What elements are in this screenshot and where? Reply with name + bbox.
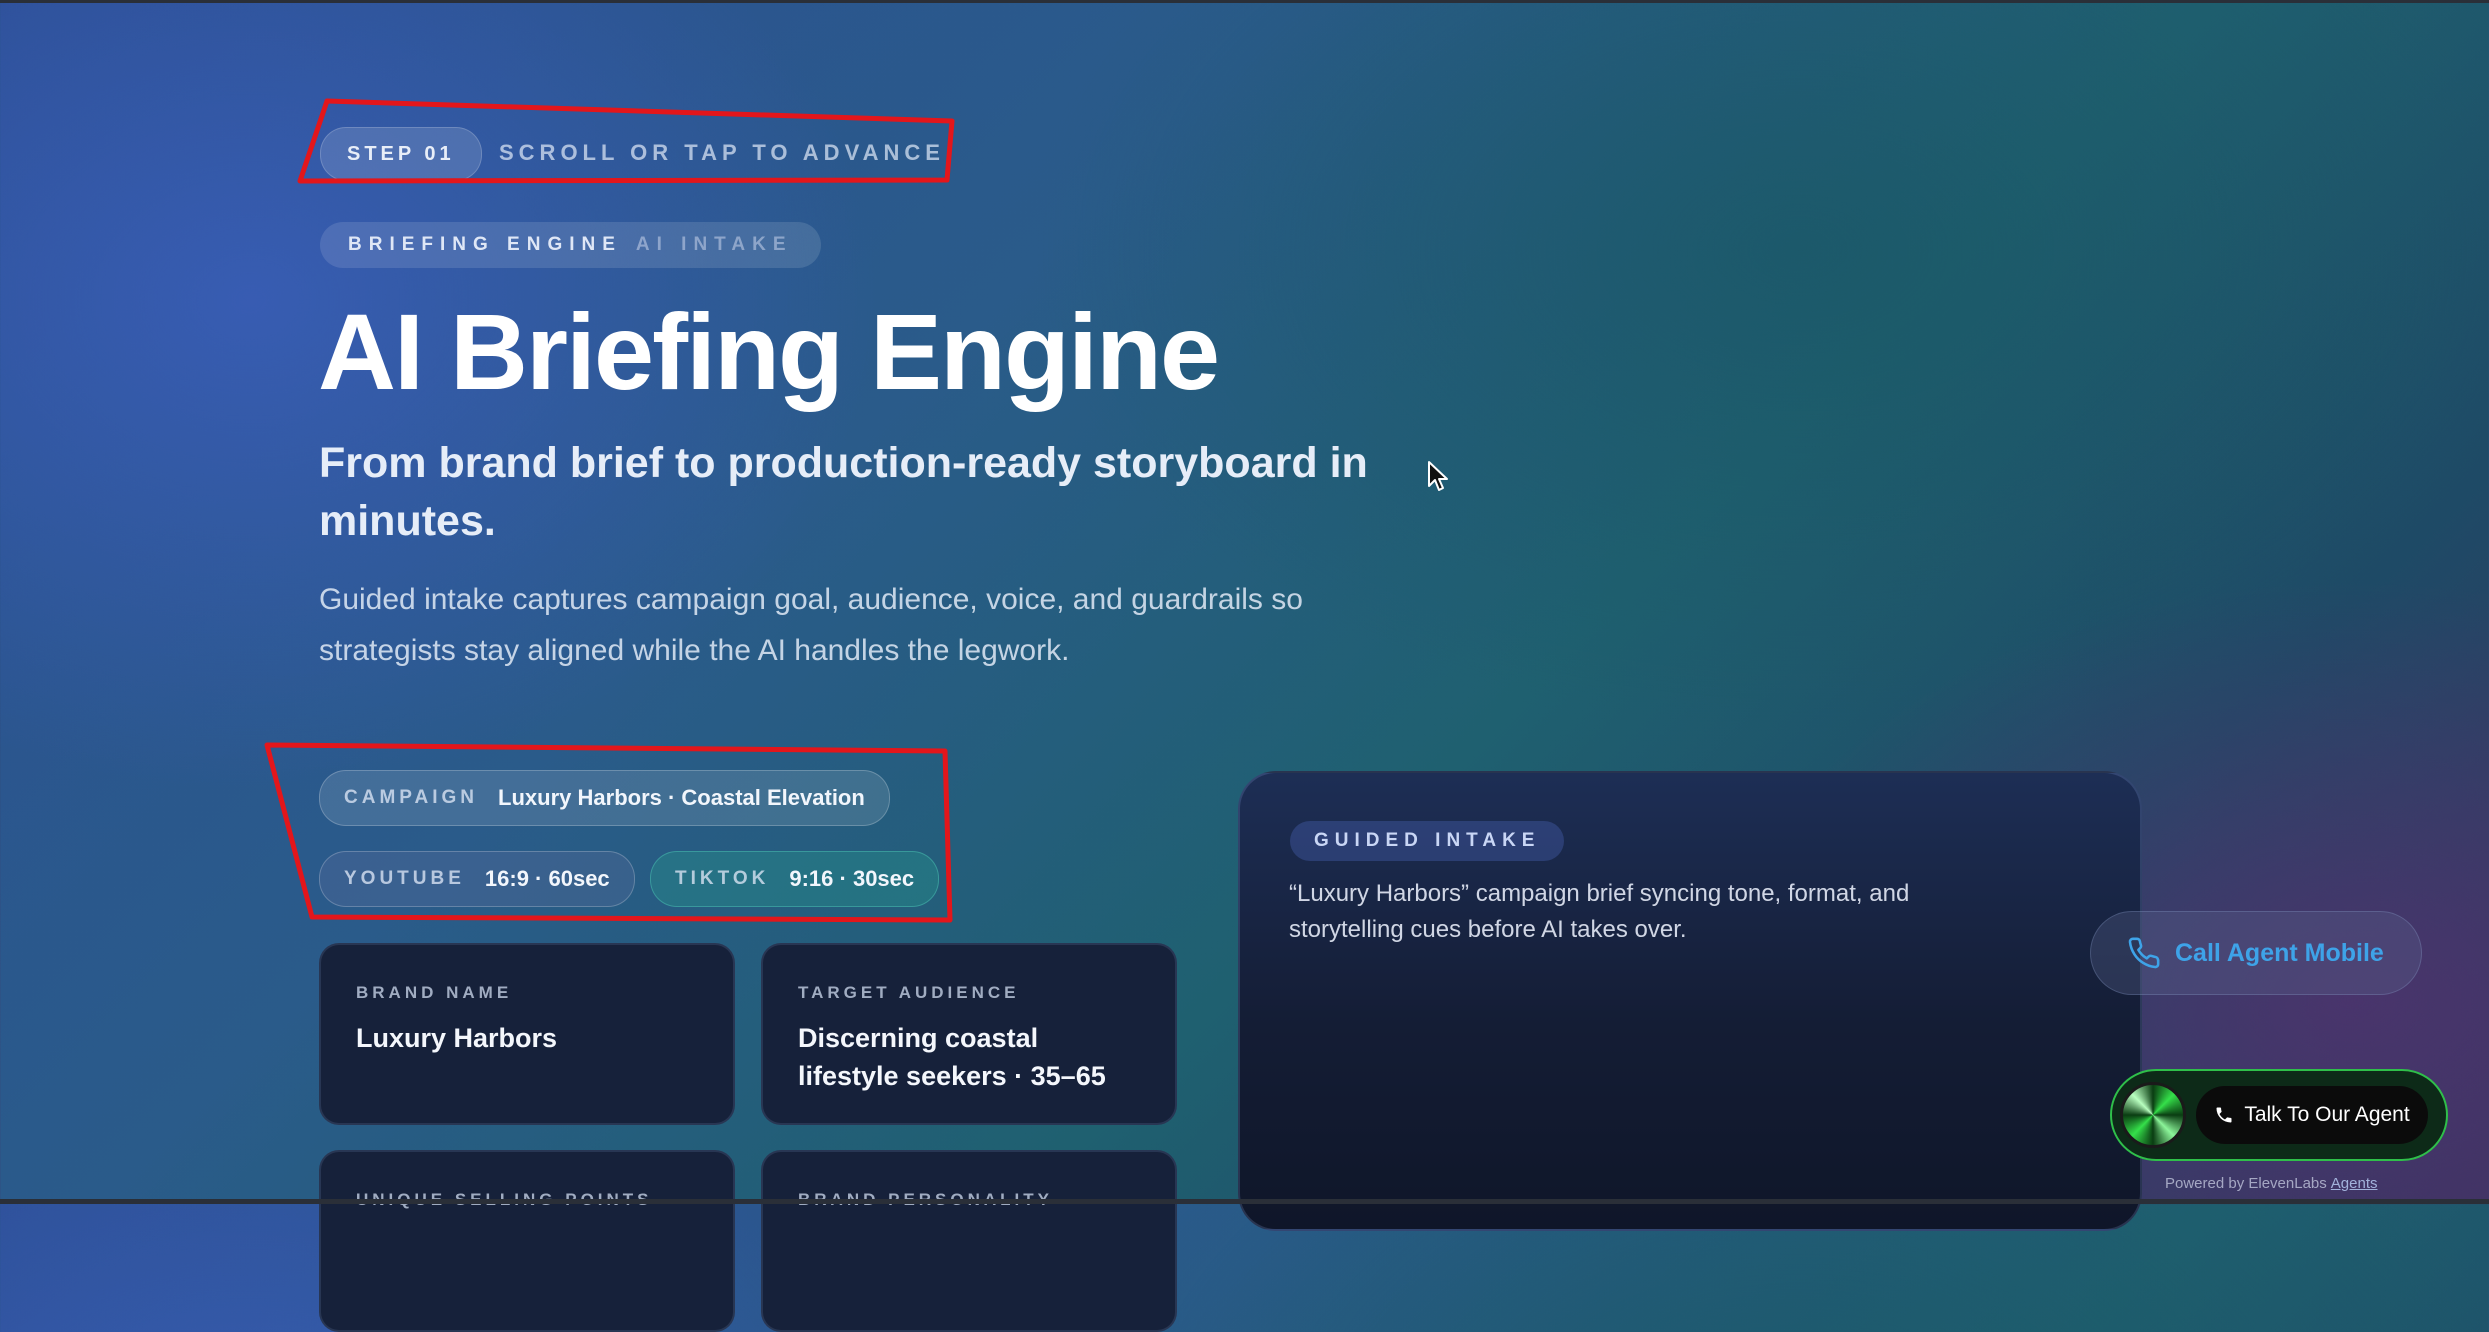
youtube-chip-key: YOUTUBE (344, 868, 465, 889)
powered-by-footer: Powered by ElevenLabs Agents (2165, 1175, 2377, 1192)
call-agent-mobile-button[interactable]: Call Agent Mobile (2090, 911, 2422, 995)
agents-link[interactable]: Agents (2331, 1175, 2378, 1192)
step-label: STEP 01 (347, 142, 455, 165)
advance-hint: SCROLL OR TAP TO ADVANCE (499, 140, 945, 165)
call-agent-mobile-label: Call Agent Mobile (2175, 938, 2384, 967)
powered-by-text: Powered by ElevenLabs (2165, 1175, 2327, 1192)
card-value: Discerning coastal lifestyle seekers · 3… (798, 1023, 1106, 1091)
guided-intake-text: “Luxury Harbors” campaign brief syncing … (1289, 880, 1910, 943)
mouse-cursor-icon (1428, 461, 1448, 491)
card-label: BRAND NAME (356, 983, 513, 1002)
phone-icon (2127, 936, 2161, 970)
top-border (0, 0, 2489, 3)
guided-intake-panel: GUIDED INTAKE “Luxury Harbors” campaign … (1238, 771, 2142, 1231)
page-title: AI Briefing Engine (318, 291, 1220, 412)
brand-name-card: BRAND NAME Luxury Harbors (319, 943, 735, 1125)
step-badge: STEP 01 (320, 127, 482, 181)
campaign-chip-value: Luxury Harbors · Coastal Elevation (498, 785, 865, 810)
page-subtitle: From brand brief to production-ready sto… (319, 439, 1368, 545)
talk-to-agent-label: Talk To Our Agent (2244, 1103, 2410, 1126)
engine-badge-primary: BRIEFING ENGINE (348, 234, 622, 255)
agent-orb-avatar[interactable] (2120, 1082, 2186, 1148)
engine-badge: BRIEFING ENGINE AI INTAKE (320, 222, 821, 268)
card-value: Luxury Harbors (356, 1023, 558, 1053)
card-label: TARGET AUDIENCE (798, 983, 1020, 1002)
bottom-border (0, 1199, 2489, 1204)
campaign-chip-key: CAMPAIGN (344, 787, 479, 808)
campaign-chip: CAMPAIGN Luxury Harbors · Coastal Elevat… (319, 770, 890, 826)
tiktok-chip-key: TIKTOK (675, 868, 770, 889)
phone-icon (2214, 1105, 2234, 1125)
tiktok-format-chip: TIKTOK 9:16 · 30sec (650, 851, 940, 907)
youtube-chip-value: 16:9 · 60sec (484, 866, 610, 891)
talk-to-agent-button[interactable]: Talk To Our Agent (2196, 1086, 2428, 1144)
guided-intake-badge: GUIDED INTAKE (1290, 821, 1565, 861)
target-audience-card: TARGET AUDIENCE Discerning coastal lifes… (761, 943, 1177, 1125)
unique-selling-points-card: UNIQUE SELLING POINTS (319, 1150, 735, 1332)
page-description: Guided intake captures campaign goal, au… (319, 583, 1303, 667)
youtube-format-chip: YOUTUBE 16:9 · 60sec (319, 851, 635, 907)
agent-widget: Talk To Our Agent (2110, 1069, 2448, 1161)
tiktok-chip-value: 9:16 · 30sec (789, 866, 915, 891)
engine-badge-secondary: AI INTAKE (635, 234, 793, 255)
brand-personality-card: BRAND PERSONALITY (761, 1150, 1177, 1332)
